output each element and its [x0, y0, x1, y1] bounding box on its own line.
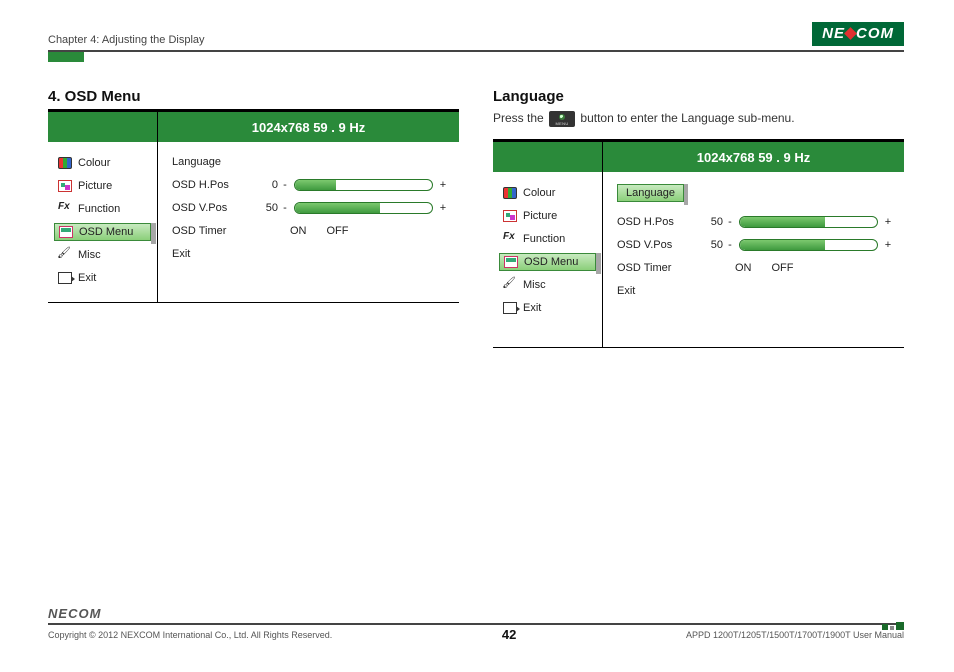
osd-panel-right: Colour Picture Function OSD Menu Misc Exit 10… — [493, 139, 904, 348]
timer-on[interactable]: ON — [290, 225, 307, 237]
brand-diamond-icon — [844, 27, 857, 40]
osd-hpos-slider[interactable] — [739, 216, 878, 228]
osd-vpos-slider[interactable] — [294, 202, 433, 214]
timer-off[interactable]: OFF — [327, 225, 349, 237]
plus-icon[interactable]: + — [437, 179, 449, 191]
minus-icon[interactable]: - — [280, 202, 290, 214]
sidebar-item-label: OSD Menu — [524, 256, 578, 268]
brand-right: COM — [856, 25, 894, 42]
brand-left: NE — [822, 25, 845, 42]
item-osd-vpos[interactable]: OSD V.Pos — [172, 202, 250, 214]
intro-pre: Press the — [493, 111, 544, 125]
fn-icon — [58, 203, 72, 215]
plus-icon[interactable]: + — [882, 239, 894, 251]
footer-logo: NECOM — [48, 606, 904, 621]
brand-right: COM — [68, 606, 101, 621]
osd-vpos-value: 50 — [250, 202, 280, 214]
osd-icon — [504, 256, 518, 268]
brand-logo: NE COM — [812, 22, 904, 46]
exit-icon — [58, 272, 72, 284]
sidebar-item-label: Picture — [78, 180, 112, 192]
osd-banner: 1024x768 59 . 9 Hz — [603, 142, 904, 172]
sidebar-item-exit[interactable]: Exit — [48, 269, 157, 287]
timer-on[interactable]: ON — [735, 262, 752, 274]
item-osd-timer[interactable]: OSD Timer — [172, 225, 250, 237]
osd-hpos-slider[interactable] — [294, 179, 433, 191]
sidebar-item-label: Misc — [523, 279, 546, 291]
minus-icon[interactable]: - — [725, 239, 735, 251]
section-title-language: Language — [493, 88, 904, 105]
osd-banner: 1024x768 59 . 9 Hz — [158, 112, 459, 142]
picture-icon — [503, 210, 517, 222]
sidebar-item-label: Exit — [78, 272, 96, 284]
sidebar-item-function[interactable]: Function — [493, 230, 602, 248]
sidebar-item-label: Picture — [523, 210, 557, 222]
plus-icon[interactable]: + — [882, 216, 894, 228]
minus-icon[interactable]: - — [725, 216, 735, 228]
plus-icon[interactable]: + — [437, 202, 449, 214]
copyright: Copyright © 2012 NEXCOM International Co… — [48, 630, 332, 640]
exit-icon — [503, 302, 517, 314]
sidebar-item-misc[interactable]: Misc — [493, 276, 602, 294]
misc-icon — [503, 279, 517, 291]
sidebar-item-function[interactable]: Function — [48, 200, 157, 218]
sidebar-item-colour[interactable]: Colour — [493, 184, 602, 202]
item-osd-vpos[interactable]: OSD V.Pos — [617, 239, 695, 251]
minus-icon[interactable]: - — [280, 179, 290, 191]
sidebar-item-label: OSD Menu — [79, 226, 133, 238]
item-osd-hpos[interactable]: OSD H.Pos — [617, 216, 695, 228]
menu-button-icon — [549, 111, 575, 127]
sidebar-item-picture[interactable]: Picture — [48, 177, 157, 195]
sidebar-item-label: Function — [523, 233, 565, 245]
sidebar-item-misc[interactable]: Misc — [48, 246, 157, 264]
item-language[interactable]: Language — [172, 156, 250, 168]
intro-post: button to enter the Language sub-menu. — [580, 111, 794, 125]
osd-vpos-slider[interactable] — [739, 239, 878, 251]
picture-icon — [58, 180, 72, 192]
osd-vpos-value: 50 — [695, 239, 725, 251]
colour-icon — [503, 187, 517, 199]
brand-left: NE — [48, 606, 68, 621]
osd-hpos-value: 0 — [250, 179, 280, 191]
sidebar-item-osd-menu[interactable]: OSD Menu — [54, 223, 151, 241]
item-language-selected[interactable]: Language — [617, 184, 684, 202]
osd-icon — [59, 226, 73, 238]
timer-off[interactable]: OFF — [772, 262, 794, 274]
footer-accent-icon — [882, 622, 904, 630]
sidebar-item-label: Misc — [78, 249, 101, 261]
sidebar-item-label: Function — [78, 203, 120, 215]
item-exit[interactable]: Exit — [172, 248, 250, 260]
osd-hpos-value: 50 — [695, 216, 725, 228]
page-number: 42 — [502, 627, 516, 642]
header-tab-accent — [48, 52, 84, 62]
sidebar-item-osd-menu[interactable]: OSD Menu — [499, 253, 596, 271]
item-osd-hpos[interactable]: OSD H.Pos — [172, 179, 250, 191]
sidebar-item-picture[interactable]: Picture — [493, 207, 602, 225]
item-exit[interactable]: Exit — [617, 285, 695, 297]
sidebar-item-label: Colour — [523, 187, 555, 199]
sidebar-item-label: Colour — [78, 157, 110, 169]
language-intro: Press the button to enter the Language s… — [493, 111, 904, 127]
sidebar-item-exit[interactable]: Exit — [493, 299, 602, 317]
sidebar-item-label: Exit — [523, 302, 541, 314]
osd-panel-left: Colour Picture Function OSD Menu Misc Exit 10… — [48, 109, 459, 303]
sidebar-item-colour[interactable]: Colour — [48, 154, 157, 172]
chapter-title: Chapter 4: Adjusting the Display — [48, 34, 205, 46]
section-title-osd-menu: 4. OSD Menu — [48, 88, 459, 105]
fn-icon — [503, 233, 517, 245]
osd-sidebar: Colour Picture Function OSD Menu Misc Exit — [493, 142, 603, 347]
colour-icon — [58, 157, 72, 169]
item-osd-timer[interactable]: OSD Timer — [617, 262, 695, 274]
doc-title: APPD 1200T/1205T/1500T/1700T/1900T User … — [686, 630, 904, 640]
osd-sidebar: Colour Picture Function OSD Menu Misc Exit — [48, 112, 158, 302]
misc-icon — [58, 249, 72, 261]
